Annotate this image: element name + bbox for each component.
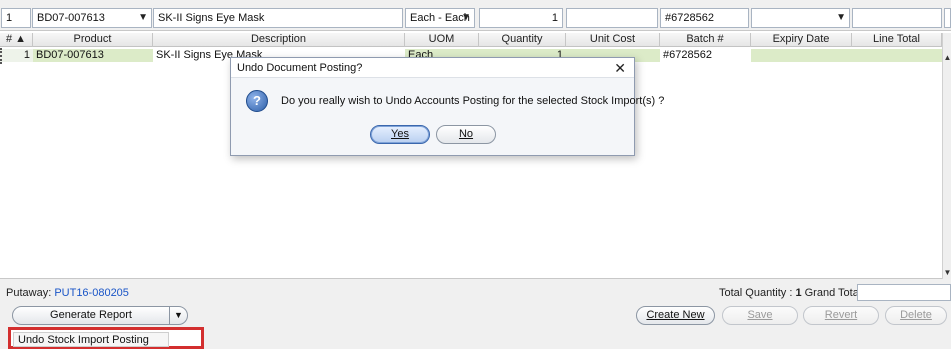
revert-label: Revert <box>824 309 858 321</box>
save-label: Save <box>747 309 773 321</box>
row-expiry <box>751 49 852 62</box>
row-line-total <box>852 49 942 62</box>
column-header-quantity[interactable]: Quantity <box>479 33 566 47</box>
edit-row-overflow <box>944 8 951 28</box>
menu-item-undo-stock-import-posting[interactable]: Undo Stock Import Posting <box>13 332 169 347</box>
chevron-down-icon[interactable]: ▼ <box>836 9 846 27</box>
row-batch: #6728562 <box>663 49 712 61</box>
line-edit-row: 1 BD07-007613 ▼ SK-II Signs Eye Mask Eac… <box>0 0 951 32</box>
column-header-description[interactable]: Description <box>153 33 405 47</box>
revert-button[interactable]: Revert <box>803 306 879 325</box>
dialog-message: Do you really wish to Undo Accounts Post… <box>281 95 665 107</box>
grand-total-label: Grand Total: <box>804 287 865 299</box>
generate-report-label: Generate Report <box>50 309 132 321</box>
product-combo-value: BD07-007613 <box>37 12 105 24</box>
chevron-down-icon[interactable]: ▼ <box>461 9 471 27</box>
save-button[interactable]: Save <box>722 306 798 325</box>
no-button[interactable]: No <box>436 125 496 144</box>
line-number-field[interactable]: 1 <box>1 8 31 28</box>
product-combo[interactable]: BD07-007613 ▼ <box>32 8 152 28</box>
grid-vertical-scrollbar[interactable]: ▲ ▼ <box>942 33 951 279</box>
question-icon: ? <box>246 90 268 112</box>
scroll-down-icon[interactable]: ▼ <box>943 268 951 277</box>
delete-label: Delete <box>900 309 932 321</box>
yes-button[interactable]: Yes <box>370 125 430 144</box>
column-header-expiry-date[interactable]: Expiry Date <box>751 33 852 47</box>
putaway-info: Putaway: PUT16-080205 <box>6 287 129 299</box>
uom-select[interactable]: Each - Each ▼ <box>405 8 475 28</box>
create-new-label: Create New <box>646 309 705 321</box>
column-header-line-total[interactable]: Line Total <box>852 33 942 47</box>
no-label: No <box>458 128 474 140</box>
line-total-field[interactable] <box>852 8 942 28</box>
scroll-up-icon[interactable]: ▲ <box>943 53 951 62</box>
row-resize-handle[interactable] <box>0 48 2 64</box>
column-header-uom[interactable]: UOM <box>405 33 479 47</box>
grand-total-field <box>857 284 951 301</box>
quantity-field[interactable]: 1 <box>479 8 563 28</box>
batch-field[interactable]: #6728562 <box>660 8 749 28</box>
delete-button[interactable]: Delete <box>885 306 947 325</box>
description-field[interactable]: SK-II Signs Eye Mask <box>153 8 403 28</box>
generate-report-button[interactable]: Generate Report ▼ <box>12 306 188 325</box>
column-header-unit-cost[interactable]: Unit Cost <box>566 33 660 47</box>
yes-label: Yes <box>391 128 409 140</box>
row-number: 1 <box>0 49 33 62</box>
totals-summary: Total Quantity : 1 Grand Total: <box>719 287 864 299</box>
row-product: BD07-007613 <box>33 49 153 62</box>
chevron-down-icon[interactable]: ▼ <box>138 9 148 27</box>
column-header-batch[interactable]: Batch # <box>660 33 751 47</box>
create-new-button[interactable]: Create New <box>636 306 715 325</box>
putaway-label: Putaway: <box>6 287 52 299</box>
grid-header: # ▲ Product Description UOM Quantity Uni… <box>0 33 942 47</box>
total-quantity-value: 1 <box>795 287 802 299</box>
dialog-title-text: Undo Document Posting? <box>237 62 363 74</box>
close-icon[interactable]: ✕ <box>614 59 626 77</box>
undo-posting-dialog: Undo Document Posting? ✕ ? Do you really… <box>230 57 664 156</box>
report-dropdown-menu: Undo Stock Import Posting <box>8 327 204 349</box>
column-header-number[interactable]: # ▲ <box>0 33 33 47</box>
column-header-product[interactable]: Product <box>33 33 153 47</box>
total-quantity-label: Total Quantity : <box>719 287 793 299</box>
putaway-link[interactable]: PUT16-080205 <box>54 287 129 299</box>
dialog-title: Undo Document Posting? ✕ <box>231 58 634 78</box>
chevron-down-icon[interactable]: ▼ <box>169 307 187 324</box>
expiry-date-select[interactable]: ▼ <box>751 8 850 28</box>
unit-cost-field[interactable] <box>566 8 658 28</box>
